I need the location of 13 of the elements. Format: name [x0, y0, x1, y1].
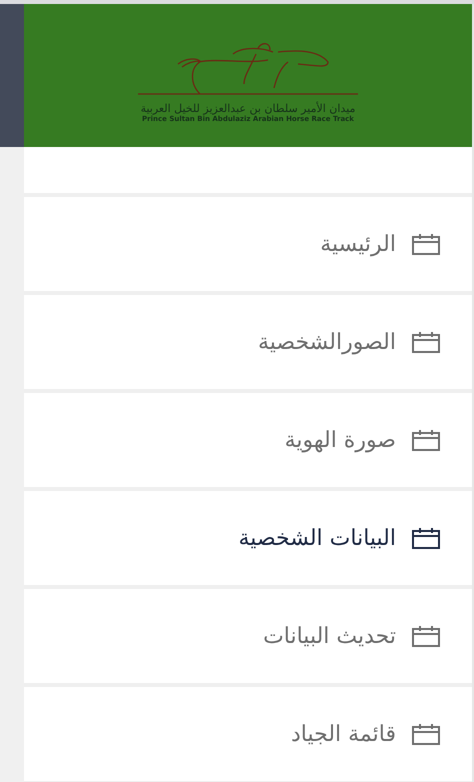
- menu-item[interactable]: البيانات الشخصية: [24, 491, 472, 585]
- calendar-icon: [412, 429, 440, 451]
- menu-item[interactable]: الرئيسية: [24, 197, 472, 291]
- calendar-icon: [412, 625, 440, 647]
- calendar-icon: [412, 331, 440, 353]
- menu-item[interactable]: صورة الهوية: [24, 393, 472, 487]
- calendar-icon: [412, 233, 440, 255]
- calendar-icon: [412, 527, 440, 549]
- logo-title: ميدان الأمير سلطان بن عبدالعزيز للخيل العربية: [140, 102, 356, 116]
- menu-item[interactable]: قائمة الجياد: [24, 687, 472, 781]
- menu-item[interactable]: تحديث البيانات: [24, 589, 472, 683]
- calendar-icon: [412, 723, 440, 745]
- menu-item[interactable]: الصورالشخصية: [24, 295, 472, 389]
